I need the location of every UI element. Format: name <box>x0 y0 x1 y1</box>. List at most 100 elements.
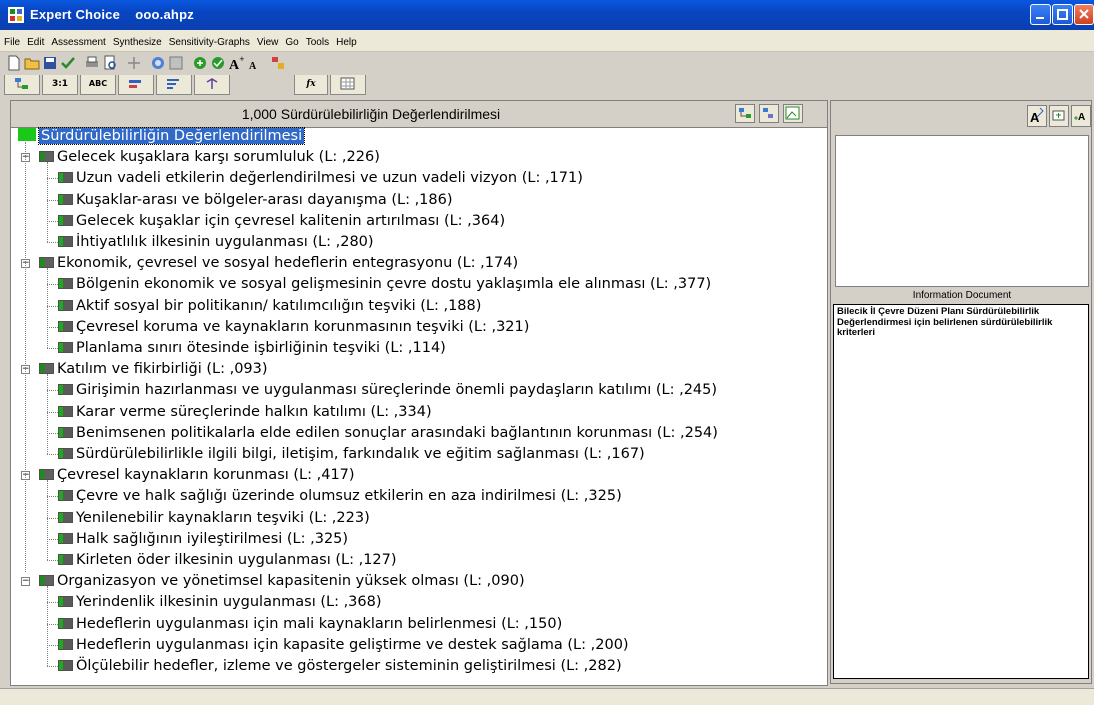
menu-assessment[interactable]: Assessment <box>47 33 108 48</box>
node-label: Çevre ve halk sağlığı üzerinde olumsuz e… <box>76 488 622 505</box>
chart-icon[interactable] <box>168 55 184 71</box>
tree-objective-node[interactable]: Katılım ve fikirbirliği (L: ,093) <box>39 360 268 378</box>
tree-objective-node[interactable]: Ekonomik, çevresel ve sosyal hedeflerin … <box>39 254 518 272</box>
node-color-box <box>58 342 73 353</box>
node-color-box <box>58 448 73 459</box>
tree-subobjective-node[interactable]: Benimsenen politikalarla elde edilen son… <box>58 424 718 442</box>
tab-questionnaire[interactable] <box>156 75 192 95</box>
font-smaller-icon[interactable]: A <box>246 55 262 71</box>
tree-subobjective-node[interactable]: Yerindenlik ilkesinin uygulanması (L: ,3… <box>58 593 382 611</box>
node-color-box <box>58 278 73 290</box>
tree-subobjective-node[interactable]: Yenilenebilir kaynakların teşviki (L: ,2… <box>58 509 370 527</box>
tab-pairwise[interactable]: 3:1 <box>42 75 78 95</box>
tree-layout-button[interactable] <box>735 104 755 123</box>
information-document[interactable]: Bilecik İl Çevre Düzeni Planı Sürdürüleb… <box>833 304 1089 679</box>
alternatives-list[interactable] <box>835 135 1089 287</box>
tree-subobjective-node[interactable]: Ölçülebilir hedefler, izleme ve gösterge… <box>58 657 622 675</box>
alternative-font-button[interactable]: A <box>1071 105 1091 127</box>
alternatives-button[interactable]: A <box>1027 105 1047 127</box>
tree-subobjective-node[interactable]: Girişimin hazırlanması ve uygulanması sü… <box>58 381 717 399</box>
expert-choice-app-icon <box>8 7 24 23</box>
tree-connector <box>47 602 58 604</box>
node-label: Kirleten öder ilkesinin uygulanması (L: … <box>76 552 397 568</box>
tree-subobjective-node[interactable]: Çevre ve halk sağlığı üzerinde olumsuz e… <box>58 487 622 505</box>
tab-tree-view[interactable] <box>4 75 40 95</box>
tree-subobjective-node[interactable]: Hedeflerin uygulanması için mali kaynakl… <box>58 615 562 633</box>
node-layout-button[interactable] <box>759 104 779 123</box>
close-icon <box>1079 9 1089 19</box>
menu-synthesize[interactable]: Synthesize <box>109 33 165 48</box>
node-label: Yerindenlik ilkesinin uygulanması (L: ,3… <box>76 594 382 611</box>
tree-subobjective-node[interactable]: Karar verme süreçlerinde halkın katılımı… <box>58 403 432 421</box>
new-file-icon[interactable] <box>6 55 22 71</box>
node-color-box <box>58 532 73 544</box>
minimize-button[interactable] <box>1030 4 1051 25</box>
maximize-button[interactable] <box>1052 4 1073 25</box>
tree-subobjective-node[interactable]: Bölgenin ekonomik ve sosyal gelişmesinin… <box>58 275 711 293</box>
tree-objective-node[interactable]: Organizasyon ve yönetimsel kapasitenin y… <box>39 572 525 590</box>
font-larger-icon[interactable]: A + <box>228 55 244 71</box>
print-preview-icon[interactable] <box>102 55 118 71</box>
node-color-box <box>18 128 36 141</box>
tree-view-icon <box>15 78 28 89</box>
tab-verbal[interactable]: ABC <box>80 75 116 95</box>
tree-subobjective-node[interactable]: Hedeflerin uygulanması için kapasite gel… <box>58 636 629 654</box>
tab-graphical[interactable] <box>118 75 154 95</box>
node-color-box <box>58 214 73 226</box>
information-document-label: Information Document <box>912 290 1012 301</box>
node-label: Halk sağlığının iyileştirilmesi (L: ,325… <box>76 530 349 547</box>
menu-view[interactable]: View <box>253 33 282 48</box>
node-color-box <box>58 490 73 502</box>
save-icon[interactable] <box>42 55 58 71</box>
tree-subobjective-node[interactable]: Sürdürülebilirlikle ilgili bilgi, iletiş… <box>58 445 645 463</box>
status-bar <box>0 688 1094 705</box>
menu-edit[interactable]: Edit <box>23 33 47 48</box>
synthesize-icon[interactable] <box>210 55 226 71</box>
refresh-icon[interactable] <box>192 55 208 71</box>
tab-data-grid[interactable] <box>194 75 230 95</box>
collapse-toggle[interactable]: − <box>21 576 30 586</box>
cursor-icon[interactable] <box>126 55 142 71</box>
merge-icon <box>206 78 218 89</box>
tree-subobjective-node[interactable]: Kirleten öder ilkesinin uygulanması (L: … <box>58 551 397 569</box>
tree-connector <box>47 432 58 434</box>
close-button[interactable] <box>1074 4 1094 25</box>
menu-file[interactable]: File <box>0 33 23 48</box>
add-alternative-button[interactable] <box>1049 105 1069 127</box>
node-color-box <box>58 193 73 205</box>
tree-subobjective-node[interactable]: Aktif sosyal bir politikanın/ katılımcıl… <box>58 297 481 315</box>
node-label: Ölçülebilir hedefler, izleme ve gösterge… <box>76 658 622 674</box>
tree-subobjective-node[interactable]: Planlama sınırı ötesinde işbirliğinin te… <box>58 339 446 357</box>
structuring-icon[interactable] <box>270 55 286 71</box>
tree-connector <box>47 199 58 201</box>
tree-connector <box>47 411 58 413</box>
menu-sensitivity-graphs[interactable]: Sensitivity-Graphs <box>165 33 253 48</box>
tab-formula[interactable]: fx <box>294 75 328 95</box>
tree-objective-node[interactable]: Çevresel kaynakların korunması (L: ,417) <box>39 466 355 484</box>
node-color-box <box>58 554 73 565</box>
node-color-box <box>58 511 73 523</box>
menu-go[interactable]: Go <box>281 33 301 48</box>
tree-subobjective-node[interactable]: Çevresel koruma ve kaynakların korunması… <box>58 318 529 336</box>
open-folder-icon[interactable] <box>24 55 40 71</box>
tab-spreadsheet[interactable] <box>330 75 366 95</box>
grid-icon <box>340 77 355 90</box>
node-layout-icon <box>763 108 773 118</box>
tree-connector <box>47 560 58 561</box>
tree-root-node[interactable]: Sürdürülebilirliğin Değerlendirilmesi <box>18 127 306 145</box>
tree-connector <box>47 305 58 307</box>
menu-help[interactable]: Help <box>332 33 360 48</box>
image-view-button[interactable] <box>783 104 803 123</box>
model-icon[interactable] <box>150 55 166 71</box>
tree-subobjective-node[interactable]: Uzun vadeli etkilerin değerlendirilmesi … <box>58 169 583 187</box>
node-label: İhtiyatlılık ilkesinin uygulanması (L: ,… <box>76 234 374 250</box>
node-label: Gelecek kuşaklar için çevresel kalitenin… <box>76 212 506 229</box>
tree-objective-node[interactable]: Gelecek kuşaklara karşı sorumluluk (L: ,… <box>39 148 380 166</box>
tree-subobjective-node[interactable]: Halk sağlığının iyileştirilmesi (L: ,325… <box>58 530 348 548</box>
tree-subobjective-node[interactable]: Gelecek kuşaklar için çevresel kalitenin… <box>58 212 505 230</box>
tree-subobjective-node[interactable]: İhtiyatlılık ilkesinin uygulanması (L: ,… <box>58 233 374 251</box>
print-icon[interactable] <box>84 55 100 71</box>
checkmark-icon[interactable] <box>60 55 76 71</box>
menu-tools[interactable]: Tools <box>302 33 332 48</box>
tree-subobjective-node[interactable]: Kuşaklar-arası ve bölgeler-arası dayanış… <box>58 191 453 209</box>
